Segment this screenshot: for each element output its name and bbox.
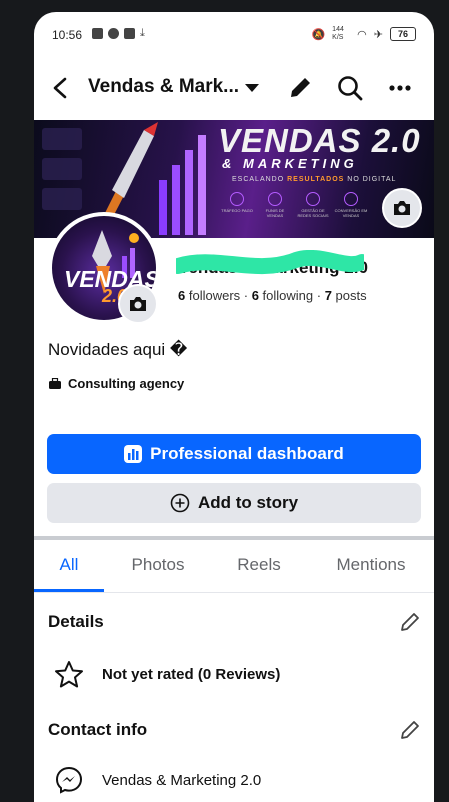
people-icon bbox=[306, 192, 320, 206]
status-time: 10:56 bbox=[52, 28, 83, 42]
target-icon bbox=[230, 192, 244, 206]
battery-indicator: 76 bbox=[390, 27, 416, 41]
tab-mentions[interactable]: Mentions bbox=[318, 542, 424, 592]
camera-icon bbox=[394, 201, 410, 215]
mute-icon: 🔕 bbox=[311, 28, 326, 41]
messenger-row[interactable]: Vendas & Marketing 2.0 bbox=[54, 766, 261, 794]
add-circle-icon bbox=[170, 493, 190, 513]
more-options-icon[interactable] bbox=[386, 74, 414, 102]
tab-photos[interactable]: Photos bbox=[116, 542, 200, 592]
rating-text: Not yet rated (0 Reviews) bbox=[102, 665, 281, 683]
app-icon bbox=[108, 28, 119, 39]
messenger-icon bbox=[55, 766, 83, 794]
dashboard-icon bbox=[124, 445, 143, 463]
edit-contact-icon[interactable] bbox=[398, 718, 422, 742]
funnel-icon bbox=[268, 192, 282, 206]
details-heading: Details bbox=[48, 612, 104, 631]
star-icon bbox=[55, 661, 83, 688]
back-arrow-icon[interactable] bbox=[50, 76, 72, 100]
page-category: Consulting agency bbox=[48, 376, 184, 391]
add-to-story-button[interactable]: Add to story bbox=[47, 483, 421, 523]
cover-camera-button[interactable] bbox=[382, 188, 422, 228]
cover-tagline: ESCALANDO RESULTADOS NO DIGITAL bbox=[232, 176, 397, 183]
phone-screen: 10:56 ⤓ 🔕 144 K/S ◠ ✈ 76 Vendas & Mark..… bbox=[34, 12, 434, 802]
youtube-icon bbox=[92, 28, 103, 39]
page-title[interactable]: Vendas & Mark... bbox=[88, 76, 239, 98]
profile-tabs: All Photos Reels Mentions bbox=[34, 542, 434, 593]
profile-bio: Novidades aqui � bbox=[48, 340, 188, 359]
search-icon[interactable] bbox=[336, 74, 364, 102]
cover-category: CONVERSÃO EM VENDAS bbox=[334, 192, 368, 218]
download-icon: ⤓ bbox=[140, 27, 145, 39]
cover-subtitle: & MARKETING bbox=[222, 156, 358, 171]
messenger-name: Vendas & Marketing 2.0 bbox=[102, 771, 262, 789]
edit-details-icon[interactable] bbox=[398, 610, 422, 634]
net-speed: 144 K/S bbox=[332, 26, 344, 41]
tab-all[interactable]: All bbox=[34, 542, 104, 592]
briefcase-icon bbox=[49, 377, 61, 389]
cover-category: TRÁFEGO PAGO bbox=[220, 192, 254, 213]
section-divider bbox=[34, 536, 434, 540]
dollar-icon bbox=[344, 192, 358, 206]
dropdown-caret-icon[interactable] bbox=[244, 80, 260, 96]
status-bar: 10:56 ⤓ 🔕 144 K/S ◠ ✈ 76 bbox=[34, 12, 434, 56]
contact-info-heading: Contact info bbox=[48, 720, 148, 739]
edit-pencil-icon[interactable] bbox=[286, 74, 314, 102]
cover-category: GESTÃO DE REDES SOCIAIS bbox=[296, 192, 330, 218]
notification-icons: ⤓ bbox=[92, 27, 145, 40]
profile-stats: 6 followers · 6 following · 7 posts bbox=[178, 288, 367, 303]
profile-camera-button[interactable] bbox=[118, 284, 158, 324]
bag-icon bbox=[124, 28, 135, 39]
wifi-icon: ◠ bbox=[357, 28, 367, 41]
category-label: Consulting agency bbox=[68, 376, 185, 391]
rating-row: Not yet rated (0 Reviews) bbox=[54, 660, 280, 688]
camera-icon bbox=[130, 297, 146, 311]
page-header: Vendas & Mark... bbox=[34, 68, 434, 108]
cover-category: FUNIS DE VENDAS bbox=[258, 192, 292, 218]
professional-dashboard-button[interactable]: Professional dashboard bbox=[47, 434, 421, 474]
tab-reels[interactable]: Reels bbox=[218, 542, 300, 592]
redaction-scribble bbox=[176, 250, 364, 274]
system-icons: 🔕 144 K/S ◠ ✈ 76 bbox=[311, 26, 416, 42]
cover-title: VENDAS 2.0 bbox=[218, 122, 421, 159]
airplane-icon: ✈ bbox=[373, 28, 383, 41]
